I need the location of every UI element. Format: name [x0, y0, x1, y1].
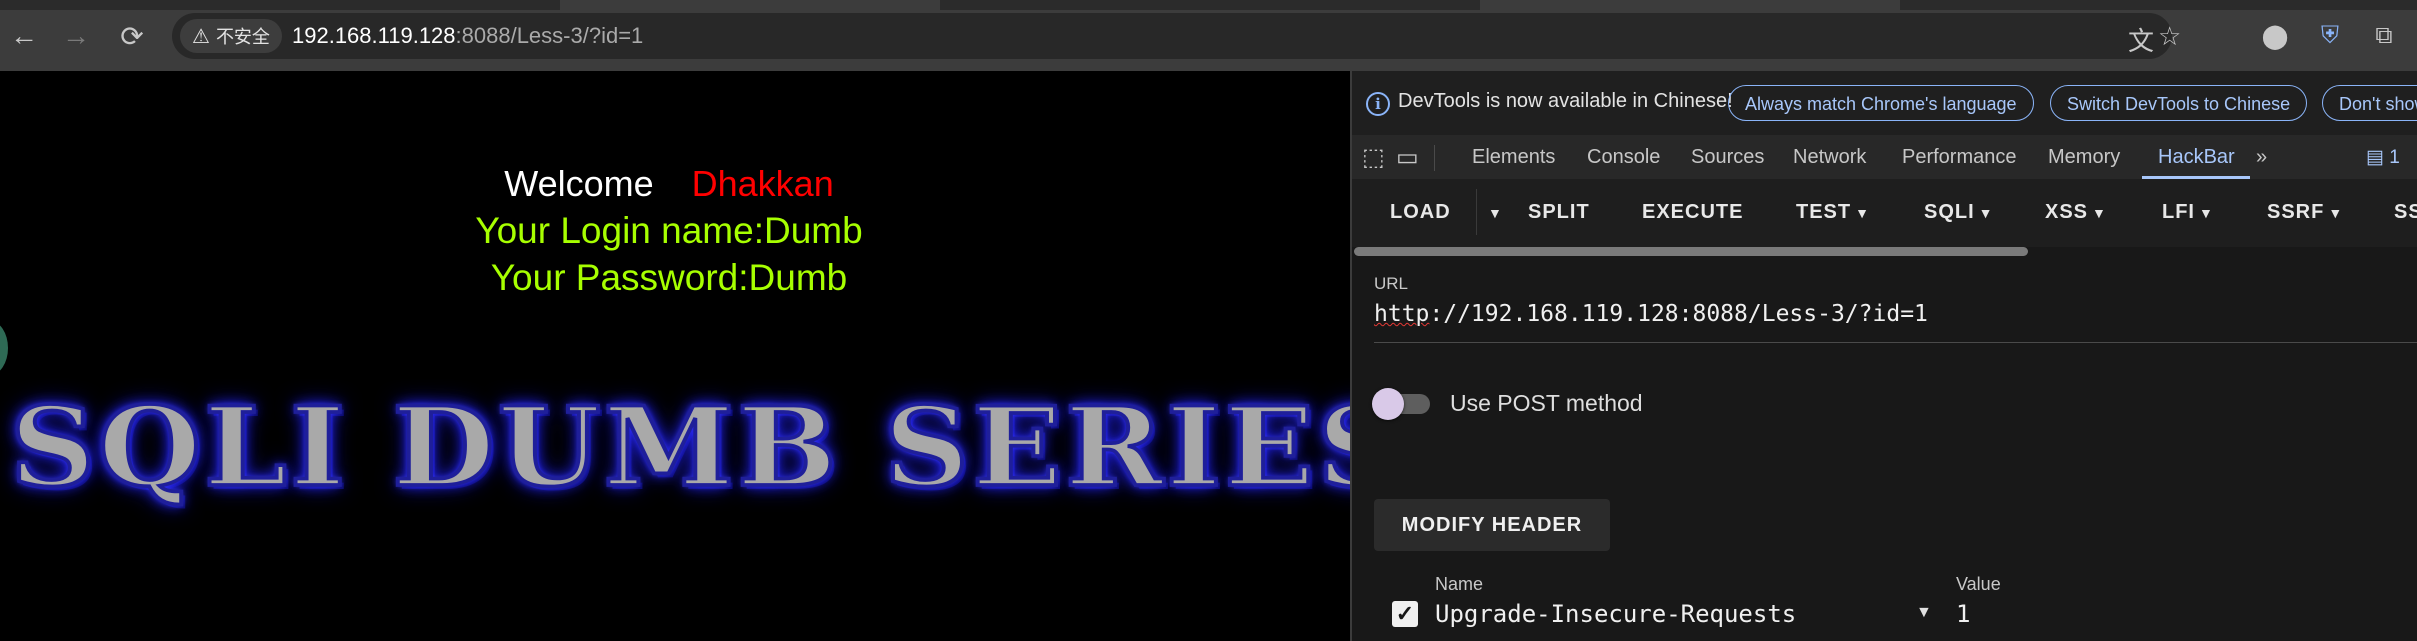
browser-toolbar: ← → ⟳ ⚠ 不安全 192.168.119.128:8088/Less-3/… [0, 0, 2417, 71]
puzzle-extensions-icon[interactable]: ⧉ [2368, 20, 2400, 52]
always-match-language-button[interactable]: Always match Chrome's language [1728, 85, 2034, 121]
switch-to-chinese-button[interactable]: Switch DevTools to Chinese [2050, 85, 2308, 121]
tab-console[interactable]: Console [1587, 146, 1660, 169]
welcome-line: Welcome Dhakkan [0, 163, 1338, 205]
language-infobar: i DevTools is now available in Chinese! … [1352, 71, 2417, 135]
inspect-element-icon[interactable]: ⬚ [1362, 143, 1385, 172]
security-label: 不安全 [215, 27, 270, 47]
dont-show-button[interactable]: Don't show [2322, 85, 2417, 121]
caret-down-icon: ▼ [1488, 205, 1503, 221]
split-button[interactable]: SPLIT [1528, 201, 1590, 224]
tab-strip [0, 0, 2417, 10]
url-rest: ://192.168.119.128:8088/Less-3/?id=1 [1429, 301, 1928, 327]
xss-label: XSS [2045, 201, 2089, 223]
warning-icon: ⚠ [192, 25, 210, 48]
hackbar-form: URL http://192.168.119.128:8088/Less-3/?… [1352, 256, 2417, 641]
lfi-label: LFI [2162, 201, 2195, 223]
forward-arrow-icon: → [62, 20, 90, 51]
devtools-panel: i DevTools is now available in Chinese! … [1350, 71, 2417, 641]
execute-button[interactable]: EXECUTE [1642, 201, 1743, 224]
caret-down-icon: ▼ [2328, 205, 2344, 221]
load-button[interactable]: LOAD [1390, 201, 1451, 224]
bookmark-star-icon[interactable]: ☆ [2158, 21, 2181, 52]
hackbar-toolbar: LOAD ▼ SPLIT EXECUTE TEST ▼ SQLI ▼ XSS ▼ LF… [1352, 179, 2417, 247]
lfi-menu-button[interactable]: LFI ▼ [2162, 201, 2214, 224]
login-name-text: Your Login name:Dumb [475, 210, 863, 251]
test-label: TEST [1796, 201, 1852, 223]
infobar-message: DevTools is now available in Chinese! [1398, 90, 1733, 112]
tab-sources[interactable]: Sources [1691, 146, 1764, 169]
back-button[interactable]: ← [4, 18, 44, 54]
tab-divider [1434, 145, 1435, 171]
sqli-label: SQLI [1924, 201, 1975, 223]
username-text: Dhakkan [691, 163, 834, 204]
ssrf-menu-button[interactable]: SSRF ▼ [2267, 201, 2343, 224]
header-name-column-label: Name [1435, 574, 1484, 594]
url-input-underline [1374, 342, 2417, 343]
header-name-field[interactable]: Upgrade-Insecure-Requests [1435, 600, 1796, 628]
caret-down-icon: ▼ [2199, 205, 2214, 221]
test-menu-button[interactable]: TEST ▼ [1796, 201, 1870, 224]
shield-extension-icon[interactable]: ⛨ [2314, 20, 2346, 52]
tab-performance[interactable]: Performance [1902, 146, 2017, 169]
device-toolbar-icon[interactable]: ▭ [1396, 143, 1419, 172]
post-method-toggle-thumb[interactable] [1372, 388, 1404, 420]
hackbar-toolbar-scrollbar[interactable] [1354, 247, 2028, 256]
url-input[interactable]: http://192.168.119.128:8088/Less-3/?id=1 [1374, 301, 1928, 327]
sqli-menu-button[interactable]: SQLI ▼ [1924, 201, 1994, 224]
tab-hackbar[interactable]: HackBar [2158, 146, 2235, 169]
security-chip[interactable]: ⚠ 不安全 [180, 19, 282, 53]
modify-header-button[interactable]: MODIFY HEADER [1374, 499, 1610, 551]
url-label: URL [1374, 274, 1409, 293]
load-dropdown-button[interactable]: ▼ [1484, 201, 1503, 224]
tab-strip-segment [1480, 0, 1900, 10]
tab-strip-segment [560, 0, 940, 10]
url-scheme: http [1374, 301, 1430, 327]
xss-menu-button[interactable]: XSS ▼ [2045, 201, 2107, 224]
caret-down-icon: ▼ [1855, 205, 1870, 221]
tab-elements[interactable]: Elements [1472, 146, 1555, 169]
reload-icon: ⟳ [120, 20, 144, 52]
reload-button[interactable]: ⟳ [112, 18, 152, 54]
ssrf-label: SSRF [2267, 201, 2325, 223]
header-value-field[interactable]: 1 [1956, 600, 1970, 628]
translate-icon[interactable]: ⽂ [2128, 21, 2154, 58]
url-path: :8088/Less-3/?id=1 [455, 23, 644, 48]
load-split-divider [1476, 189, 1477, 235]
side-handle[interactable] [0, 321, 8, 375]
record-icon[interactable]: ⬤ [2259, 20, 2291, 52]
page-viewport: Welcome Dhakkan Your Login name:Dumb Your… [0, 71, 1350, 641]
more-tabs-button[interactable]: » [2256, 146, 2267, 169]
header-name-dropdown-icon[interactable]: ▼ [1916, 604, 1932, 622]
tab-network[interactable]: Network [1793, 146, 1866, 169]
back-arrow-icon: ← [10, 20, 38, 51]
header-enabled-checkbox[interactable]: ✓ [1392, 601, 1418, 627]
url-host: 192.168.119.128 [292, 23, 456, 48]
tab-memory[interactable]: Memory [2048, 146, 2120, 169]
post-method-label: Use POST method [1450, 390, 1643, 416]
devtools-tabbar: ⬚ ▭ Elements Console Sources Network Per… [1352, 135, 2417, 180]
issues-badge[interactable]: ▤ 1 [2366, 146, 2400, 169]
forward-button[interactable]: → [56, 18, 96, 54]
caret-down-icon: ▼ [2092, 205, 2107, 221]
sqli-dumb-series-banner: SQLI DUMB SERIES [8, 381, 1350, 513]
welcome-text: Welcome [504, 163, 654, 204]
issues-count: 1 [2389, 147, 2400, 168]
address-bar[interactable]: ⚠ 不安全 192.168.119.128:8088/Less-3/?id=1 … [172, 13, 2181, 59]
address-url[interactable]: 192.168.119.128:8088/Less-3/?id=1 [292, 23, 643, 49]
issues-icon: ▤ [2366, 147, 2384, 168]
caret-down-icon: ▼ [1978, 205, 1994, 221]
info-icon: i [1366, 92, 1390, 116]
ss-menu-button[interactable]: SS [2394, 201, 2417, 224]
password-text: Your Password:Dumb [490, 257, 848, 298]
header-value-column-label: Value [1956, 574, 2001, 594]
